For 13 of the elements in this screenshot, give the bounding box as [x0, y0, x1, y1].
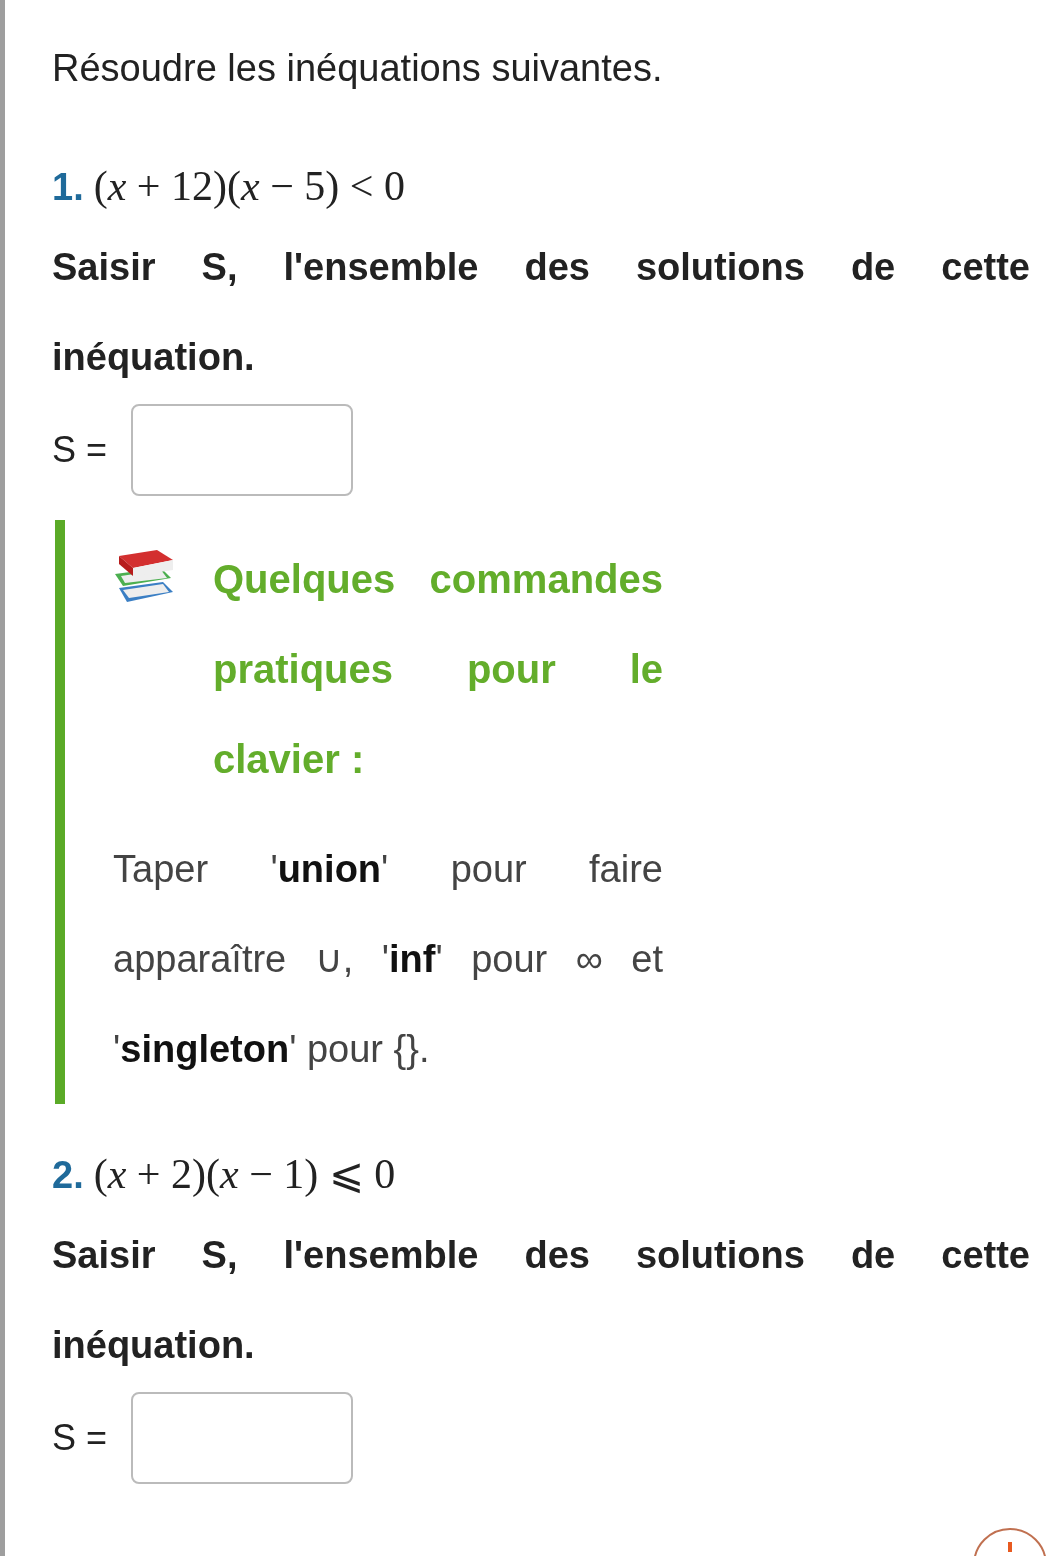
answer-label: S =: [52, 1417, 108, 1459]
answer-field[interactable]: [131, 404, 354, 496]
question-number: 1.: [52, 165, 84, 210]
inequation: (x + 12)(x − 5) < 0: [93, 162, 406, 211]
instruction-text: Résoudre les inéquations suivantes.: [52, 46, 664, 91]
answer-field[interactable]: [131, 1392, 354, 1484]
question-number: 2.: [52, 1153, 84, 1198]
inequation: (x + 2)(x − 1) ⩽ 0: [93, 1150, 396, 1199]
answer-label: S =: [52, 429, 108, 471]
question-prompt: Saisir S, l'ensemble des solutions de cette inéquation.: [52, 245, 1030, 380]
tip-text: Taper 'union' pour faire apparaître ∪, 'inf' pour ∞ et 'singleton' pour {}.: [113, 847, 663, 1072]
question-prompt: Saisir S, l'ensemble des solutions de cette inéquation.: [52, 1233, 1030, 1368]
tip-title: Quelques commandes pratiques pour le clavier :: [213, 556, 663, 783]
